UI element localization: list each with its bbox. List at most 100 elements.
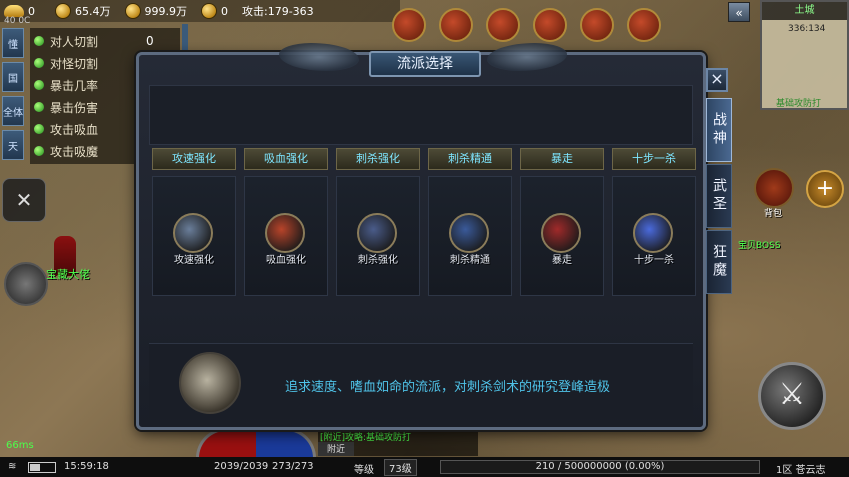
attribute-row: 对人切割 0: [34, 30, 176, 52]
skill-header: 攻速强化: [152, 148, 236, 170]
tab-zhanshen[interactable]: 战神: [706, 98, 732, 162]
map-name: 土城: [762, 2, 847, 20]
server-name: 1区 苍云志: [776, 465, 826, 476]
skill-card[interactable]: 刺杀强化: [336, 176, 420, 296]
left-side-tabs: 懂 国 全体 天: [2, 28, 26, 160]
panel-top-area: [149, 85, 693, 145]
skill-header: 暴走: [520, 148, 604, 170]
skill-header: 刺杀强化: [336, 148, 420, 170]
school-emblem-icon: [179, 352, 241, 414]
bag-button[interactable]: [754, 168, 794, 208]
minimap-label: 基础攻防打: [776, 99, 822, 109]
bottom-status-bar: ≋ 15:59:18 2039/2039 273/273 等级 73级 210 …: [0, 457, 849, 477]
skill-name: 攻速强化: [174, 255, 214, 266]
skill-card[interactable]: 暴走: [520, 176, 604, 296]
lifesteal-skill-icon[interactable]: [265, 213, 305, 253]
attack-sword-button[interactable]: ⚔: [758, 362, 826, 430]
vip-resource: 0: [201, 3, 228, 19]
skill-name: 吸血强化: [266, 255, 306, 266]
attribute-name: 攻击吸血: [50, 122, 99, 137]
side-tab-2[interactable]: 国: [2, 62, 24, 92]
dragon-ornament-left: [279, 43, 359, 71]
event-icon[interactable]: [486, 8, 520, 42]
attribute-name: 对人切割: [50, 34, 99, 49]
pk-mode-button[interactable]: ✕: [2, 178, 46, 222]
skill-name: 刺杀精通: [450, 255, 490, 266]
attribute-name: 暴击伤害: [50, 100, 99, 115]
map-coordinates: 336:134: [788, 24, 826, 34]
skill-header-row: 攻速强化 吸血强化 刺杀强化 刺杀精通 暴走 十步一杀: [152, 148, 696, 170]
coin-icon: [124, 3, 141, 19]
berserk-skill-icon[interactable]: [541, 213, 581, 253]
skill-header: 刺杀精通: [428, 148, 512, 170]
assassin-boost-skill-icon[interactable]: [357, 213, 397, 253]
mp-value: 273/273: [272, 461, 314, 472]
coin-resource: 999.9万: [124, 3, 188, 19]
first-charge-icon[interactable]: [439, 8, 473, 42]
skill-card[interactable]: 攻速强化: [152, 176, 236, 296]
coin-value: 999.9万: [144, 5, 188, 18]
attribute-name: 对怪切割: [50, 56, 99, 71]
panel-title-plate: 流派选择: [369, 51, 481, 77]
gift-pack-icon[interactable]: [392, 8, 426, 42]
attribute-gem-icon: [34, 80, 44, 90]
resource-bar: 0 65.4万 999.9万 0 攻击:179-363: [0, 0, 400, 22]
bag-label: 背包: [764, 209, 783, 219]
attribute-name: 攻击吸魔: [50, 144, 99, 159]
minimap[interactable]: 土城 336:134 基础攻防打: [760, 0, 849, 110]
minimap-collapse-button[interactable]: «: [728, 2, 750, 22]
boss-name-label: 宝藏大佬: [46, 268, 90, 281]
skill-card-row: 攻速强化 吸血强化 刺杀强化 刺杀精通 暴走 十步一杀: [152, 176, 696, 296]
battery-icon: [28, 462, 56, 473]
side-tab-4[interactable]: 天: [2, 130, 24, 160]
exp-bar: 210 / 500000000 (0.00%): [440, 460, 760, 474]
shop-icon[interactable]: [580, 8, 614, 42]
attack-stat: 攻击:179-363: [242, 5, 314, 18]
school-tabs: 战神 武圣 狂魔: [706, 98, 732, 296]
attack-speed-skill-icon[interactable]: [173, 213, 213, 253]
skill-name: 刺杀强化: [358, 255, 398, 266]
side-tab-3[interactable]: 全体: [2, 96, 24, 126]
skill-header: 吸血强化: [244, 148, 328, 170]
ping-indicator: 66ms: [6, 440, 34, 451]
clock: 15:59:18: [64, 461, 109, 472]
assassin-mastery-skill-icon[interactable]: [449, 213, 489, 253]
equipment-guide-icon[interactable]: [533, 8, 567, 42]
level-value: 73级: [384, 459, 417, 476]
tab-wusheng[interactable]: 武圣: [706, 164, 732, 228]
skill-card[interactable]: 吸血强化: [244, 176, 328, 296]
attribute-gem-icon: [34, 146, 44, 156]
top-ping: 40 0C: [4, 16, 31, 26]
gold-icon: [55, 3, 71, 19]
boss-shortcut-label[interactable]: 宝贝BOSS: [738, 238, 781, 251]
ten-step-kill-skill-icon[interactable]: [633, 213, 673, 253]
attribute-gem-icon: [34, 102, 44, 112]
panel-title: 流派选择: [397, 56, 453, 72]
game-screen: 0 65.4万 999.9万 0 攻击:179-363 40 0C 懂 国 全体…: [0, 0, 849, 477]
recharge-icon[interactable]: [627, 8, 661, 42]
school-description-area: 追求速度、嗜血如命的流派，对刺杀剑术的研究登峰造极: [149, 343, 693, 419]
attribute-name: 暴击几率: [50, 78, 99, 93]
skill-card[interactable]: 刺杀精通: [428, 176, 512, 296]
skill-name: 十步一杀: [634, 255, 674, 266]
expand-plus-icon[interactable]: +: [806, 170, 844, 208]
tab-kuangmo[interactable]: 狂魔: [706, 230, 732, 294]
dragon-ornament-right: [487, 43, 567, 71]
vip-icon: [201, 3, 217, 19]
side-tab-1[interactable]: 懂: [2, 28, 24, 58]
level-label: 等级: [354, 465, 374, 476]
attribute-gem-icon: [34, 124, 44, 134]
school-description: 追求速度、嗜血如命的流派，对刺杀剑术的研究登峰造极: [285, 380, 611, 395]
gold-value: 65.4万: [75, 5, 111, 18]
chat-tab-nearby[interactable]: 附近: [318, 442, 354, 456]
attribute-value: 0: [146, 34, 154, 48]
skull-icon[interactable]: [4, 262, 48, 306]
hp-value: 2039/2039: [214, 461, 269, 472]
skill-name: 暴走: [552, 255, 572, 266]
skill-header: 十步一杀: [612, 148, 696, 170]
skill-card[interactable]: 十步一杀: [612, 176, 696, 296]
vip-value: 0: [221, 4, 228, 18]
gold-resource: 65.4万: [55, 3, 111, 19]
close-button[interactable]: ×: [706, 68, 728, 92]
attribute-gem-icon: [34, 58, 44, 68]
